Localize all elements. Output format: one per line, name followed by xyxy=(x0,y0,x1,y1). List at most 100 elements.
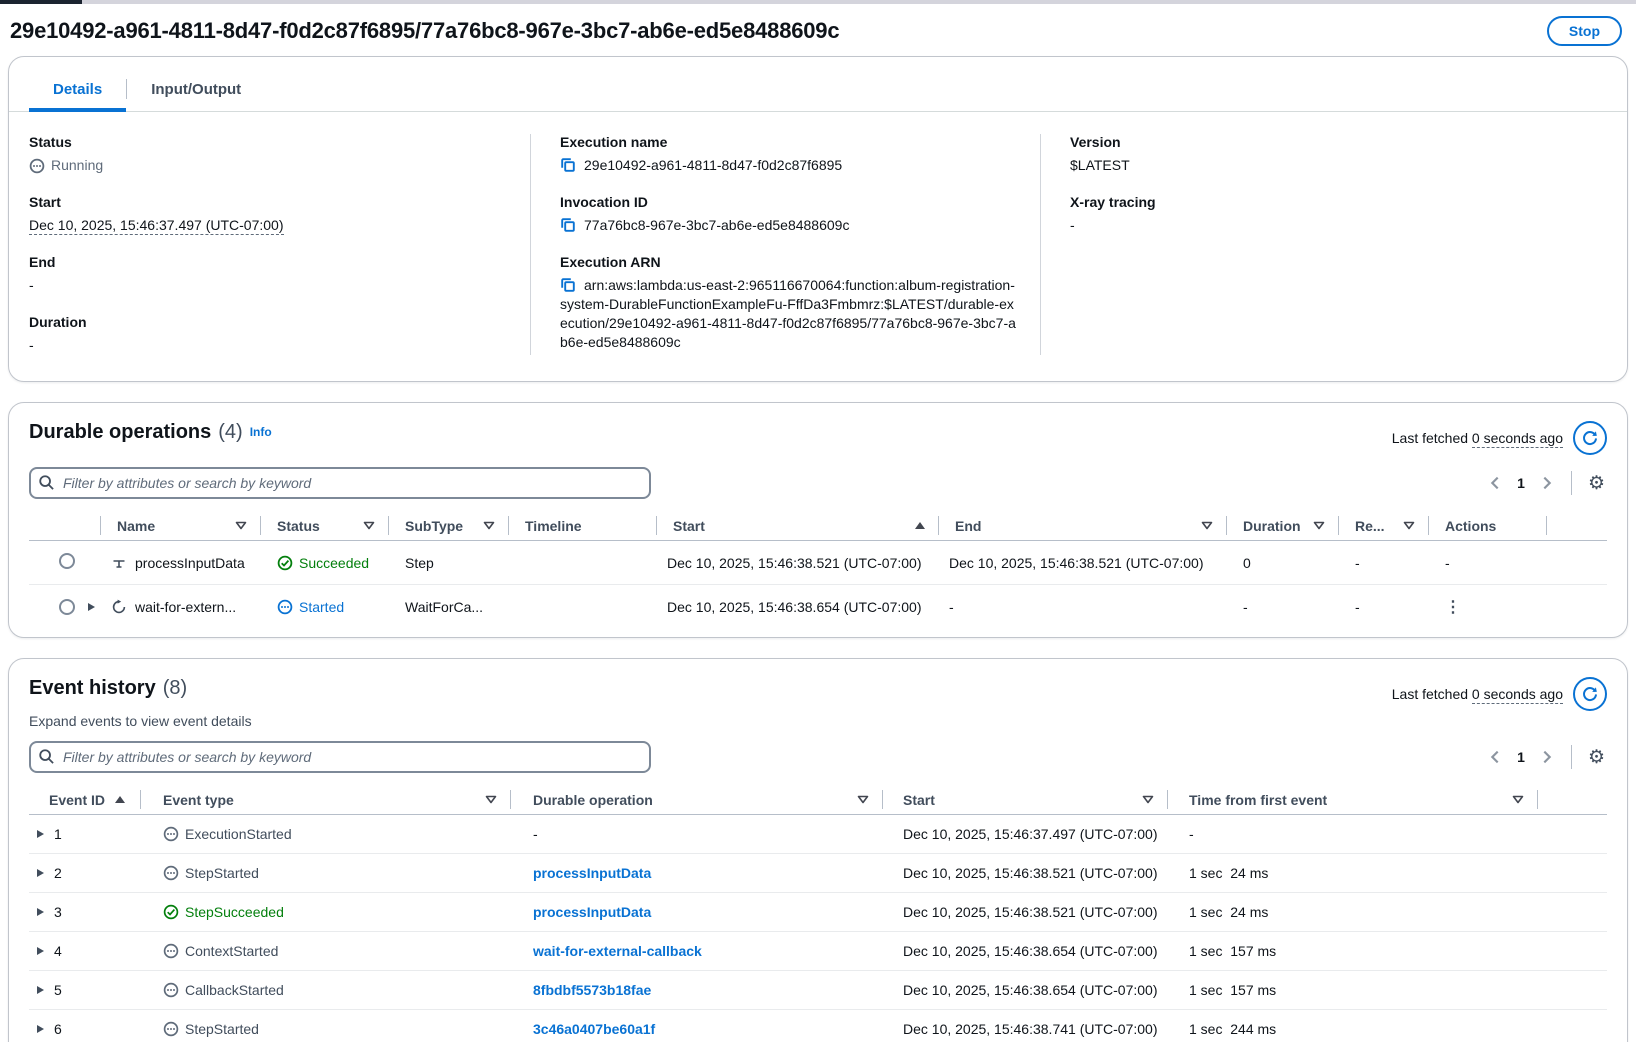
previous-page-button[interactable] xyxy=(1485,748,1505,766)
sort-ascending-icon xyxy=(115,796,125,803)
durable-operation-link[interactable]: processInputData xyxy=(533,865,651,881)
previous-page-button[interactable] xyxy=(1485,474,1505,492)
expand-event-icon[interactable] xyxy=(37,947,44,955)
execution-name-field: Execution name 29e10492-a961-4811-8d47-f… xyxy=(560,134,1020,175)
details-grid: Status Running Start Dec 10, 2025, 15:46… xyxy=(9,112,1627,381)
expand-event-icon[interactable] xyxy=(37,830,44,838)
stop-button[interactable]: Stop xyxy=(1547,16,1622,46)
durable-operation-link[interactable]: wait-for-external-callback xyxy=(533,943,702,959)
status-value: Running xyxy=(51,156,103,175)
durable-operation-link[interactable]: 8fbdbf5573b18fae xyxy=(533,982,651,998)
in-progress-icon xyxy=(277,599,293,615)
event-id: 5 xyxy=(54,982,62,998)
event-start: Dec 10, 2025, 15:46:38.654 (UTC-07:00) xyxy=(903,982,1158,998)
column-start[interactable]: Start xyxy=(657,511,939,540)
operation-status: Succeeded xyxy=(299,555,369,571)
durable-operations-pagination: 1 ⚙ xyxy=(1485,471,1607,495)
last-fetched-label: Last fetched xyxy=(1392,686,1468,702)
success-icon xyxy=(277,555,293,571)
event-history-filter-input[interactable] xyxy=(29,741,651,773)
current-page-number[interactable]: 1 xyxy=(1511,475,1531,491)
tab-details[interactable]: Details xyxy=(29,69,126,112)
in-progress-icon xyxy=(163,1021,179,1037)
expand-event-icon[interactable] xyxy=(37,908,44,916)
execution-arn-field: Execution ARN arn:aws:lambda:us-east-2:9… xyxy=(560,254,1020,352)
tab-input-output[interactable]: Input/Output xyxy=(127,69,265,112)
search-icon xyxy=(38,748,55,765)
expand-row-icon[interactable] xyxy=(88,603,95,611)
filter-caret-icon xyxy=(857,795,869,804)
operation-actions: - xyxy=(1429,555,1547,571)
details-column-1: Status Running Start Dec 10, 2025, 15:46… xyxy=(29,134,530,355)
tab-details-label: Details xyxy=(53,81,102,98)
filter-caret-icon xyxy=(1313,521,1325,530)
event-id: 1 xyxy=(54,826,62,842)
refresh-button[interactable] xyxy=(1573,677,1607,711)
status-field: Status Running xyxy=(29,134,510,175)
column-time-from-first-event[interactable]: Time from first event xyxy=(1168,785,1538,814)
column-start[interactable]: Start xyxy=(883,785,1168,814)
column-event-id[interactable]: Event ID xyxy=(29,785,141,814)
execution-arn-label: Execution ARN xyxy=(560,254,1020,270)
search-icon xyxy=(38,474,55,491)
tab-input-output-label: Input/Output xyxy=(151,81,241,98)
expand-event-icon[interactable] xyxy=(37,1025,44,1033)
top-strip-track xyxy=(82,0,1636,4)
copy-icon[interactable] xyxy=(560,277,576,293)
expand-event-icon[interactable] xyxy=(37,869,44,877)
expand-event-icon[interactable] xyxy=(37,986,44,994)
current-page-number[interactable]: 1 xyxy=(1511,749,1531,765)
durable-operation-link[interactable]: processInputData xyxy=(533,904,651,920)
end-label: End xyxy=(29,254,510,270)
start-value: Dec 10, 2025, 15:46:37.497 (UTC-07:00) xyxy=(29,217,284,235)
column-name[interactable]: Name xyxy=(101,511,261,540)
start-field: Start Dec 10, 2025, 15:46:37.497 (UTC-07… xyxy=(29,194,510,235)
operation-start: Dec 10, 2025, 15:46:38.654 (UTC-07:00) xyxy=(667,599,922,615)
column-durable-operation[interactable]: Durable operation xyxy=(511,785,883,814)
last-fetched-value: 0 seconds ago xyxy=(1472,430,1563,448)
event-start: Dec 10, 2025, 15:46:38.521 (UTC-07:00) xyxy=(903,904,1158,920)
success-icon xyxy=(163,904,179,920)
row-radio-button[interactable] xyxy=(59,553,75,569)
start-label: Start xyxy=(29,194,510,210)
column-end[interactable]: End xyxy=(939,511,1227,540)
column-event-type[interactable]: Event type xyxy=(141,785,511,814)
row-radio-button[interactable] xyxy=(59,599,75,615)
duration-label: Duration xyxy=(29,314,510,330)
durable-operations-filter-input[interactable] xyxy=(29,467,651,499)
end-value: - xyxy=(29,276,510,295)
operation-result: - xyxy=(1339,599,1429,615)
page-title: 29e10492-a961-4811-8d47-f0d2c87f6895/77a… xyxy=(10,18,839,44)
filter-caret-icon xyxy=(483,521,495,530)
column-result[interactable]: Re... xyxy=(1339,511,1429,540)
event-start: Dec 10, 2025, 15:46:37.497 (UTC-07:00) xyxy=(903,826,1158,842)
column-subtype[interactable]: SubType xyxy=(389,511,509,540)
durable-operations-table: Name Status SubType Timeline Start End D… xyxy=(9,511,1627,629)
event-start: Dec 10, 2025, 15:46:38.521 (UTC-07:00) xyxy=(903,865,1158,881)
next-page-button[interactable] xyxy=(1537,748,1557,766)
column-duration[interactable]: Duration xyxy=(1227,511,1339,540)
last-fetched-value: 0 seconds ago xyxy=(1472,686,1563,704)
event-type: StepStarted xyxy=(185,1021,259,1037)
step-icon xyxy=(111,555,127,571)
copy-icon[interactable] xyxy=(560,217,576,233)
in-progress-icon xyxy=(163,865,179,881)
details-column-3: Version $LATEST X-ray tracing - xyxy=(1040,134,1607,355)
gear-icon: ⚙ xyxy=(1588,747,1605,768)
copy-icon[interactable] xyxy=(560,157,576,173)
info-link[interactable]: Info xyxy=(250,425,272,439)
filter-caret-icon xyxy=(485,795,497,804)
table-preferences-button[interactable]: ⚙ xyxy=(1586,472,1607,495)
refresh-button[interactable] xyxy=(1573,421,1607,455)
operation-duration: 0 xyxy=(1227,555,1339,571)
table-preferences-button[interactable]: ⚙ xyxy=(1586,746,1607,769)
refresh-icon xyxy=(1582,686,1598,702)
column-timeline[interactable]: Timeline xyxy=(509,511,657,540)
next-page-button[interactable] xyxy=(1537,474,1557,492)
operation-name: wait-for-extern... xyxy=(135,599,236,615)
row-actions-menu-button[interactable]: ⋮ xyxy=(1445,599,1461,616)
in-progress-icon xyxy=(163,826,179,842)
durable-operations-table-header: Name Status SubType Timeline Start End D… xyxy=(29,511,1607,541)
column-status[interactable]: Status xyxy=(261,511,389,540)
durable-operation-link[interactable]: 3c46a0407be60a1f xyxy=(533,1021,655,1037)
